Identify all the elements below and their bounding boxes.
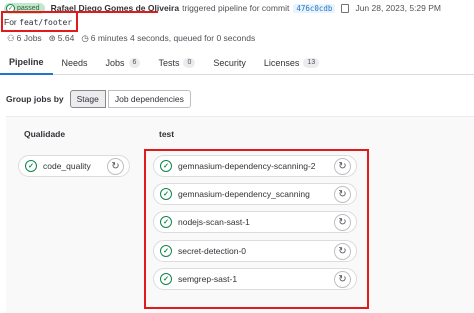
group-label: Group jobs by — [6, 94, 64, 104]
group-dependencies-button[interactable]: Job dependencies — [107, 90, 191, 108]
annotation-underline — [78, 11, 158, 13]
tab-count: 6 — [128, 58, 141, 68]
tab-licenses[interactable]: Licenses 13 — [255, 51, 328, 75]
job-name: code_quality — [43, 161, 91, 171]
tab-count: 13 — [303, 58, 320, 68]
group-toggle: Stage Job dependencies — [69, 90, 191, 108]
stage-title: test — [159, 129, 175, 139]
stage-title: Qualidade — [24, 129, 66, 139]
retry-icon[interactable]: ↻ — [107, 158, 124, 175]
tab-count: 0 — [183, 58, 196, 68]
jobs-count: ⚇ 6 Jobs — [7, 33, 42, 43]
pipeline-meta: ⚇ 6 Jobs ⊛ 5.64 ◷ 6 minutes 4 seconds, queu… — [7, 33, 255, 44]
commit-sha-link[interactable]: 476c0cdb — [293, 3, 336, 13]
tab-tests[interactable]: Tests 0 — [149, 51, 204, 75]
tab-pipeline[interactable]: Pipeline — [0, 51, 53, 75]
tab-security[interactable]: Security — [204, 51, 255, 75]
annotation-box-ref — [1, 11, 78, 32]
copy-icon[interactable] — [341, 3, 350, 13]
pipeline-tabs: Pipeline Needs Jobs 6 Tests 0 Security Lic… — [0, 51, 474, 75]
duration: ◷ 6 minutes 4 seconds, queued for 0 secon… — [81, 33, 256, 43]
download-icon: ⊛ — [48, 33, 56, 43]
success-icon: ✓ — [25, 160, 37, 172]
job-card[interactable]: ✓ code_quality ↻ — [18, 155, 130, 177]
pipeline-date: Jun 28, 2023, 5:29 PM — [355, 3, 441, 13]
group-jobs-by: Group jobs by Stage Job dependencies — [6, 90, 191, 108]
group-stage-button[interactable]: Stage — [69, 90, 106, 108]
annotation-box-test-jobs — [144, 149, 369, 309]
clock-icon: ◷ — [81, 33, 89, 43]
tab-needs[interactable]: Needs — [53, 51, 97, 75]
triggered-text: triggered pipeline for commit — [182, 3, 290, 13]
artifact-size: ⊛ 5.64 — [48, 33, 75, 43]
pipeline-icon: ⚇ — [7, 33, 15, 43]
tab-jobs[interactable]: Jobs 6 — [97, 51, 150, 75]
